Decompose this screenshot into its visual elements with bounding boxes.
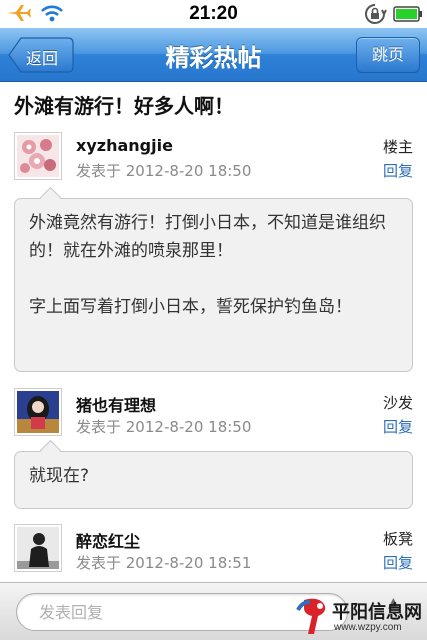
post-content: 外滩竟然有游行！打倒小日本，不知道是谁组织的！就在外滩的喷泉那里！ 字上面写着打… xyxy=(14,198,413,372)
post-paragraph: 字上面写着打倒小日本，誓死保护钓鱼岛！ xyxy=(29,297,352,317)
post-time: 发表于 2012-8-20 18:51 xyxy=(76,554,252,572)
post-time: 发表于 2012-8-20 18:50 xyxy=(76,418,252,436)
battery-icon xyxy=(393,6,423,26)
post-username[interactable]: 猪也有理想 xyxy=(76,392,156,416)
avatar[interactable] xyxy=(14,388,62,436)
thread-title: 外滩有游行！好多人啊！ xyxy=(14,94,234,118)
post-floor-label: 板凳 xyxy=(382,530,413,548)
post-paragraph: 外滩竟然有游行！打倒小日本，不知道是谁组织的！就在外滩的喷泉那里！ xyxy=(29,213,386,261)
rotation-lock-icon xyxy=(363,3,387,29)
post-time: 发表于 2012-8-20 18:50 xyxy=(76,162,252,180)
site-name: 平阳信息网 xyxy=(332,602,422,623)
avatar[interactable] xyxy=(14,132,62,180)
navigation-bar: 返回 精彩热帖 跳页 xyxy=(0,28,427,82)
status-bar: 21:20 xyxy=(0,0,427,28)
post-floor-label: 沙发 xyxy=(382,394,413,412)
post-floor-label: 楼主 xyxy=(382,138,413,156)
site-url: www.wzpy.com xyxy=(334,622,402,633)
post-username[interactable]: xyzhangjie xyxy=(76,136,173,155)
site-watermark: 平阳信息网 www.wzpy.com xyxy=(296,596,427,640)
site-logo-icon xyxy=(296,596,332,640)
post-content: 就现在? xyxy=(14,451,413,509)
reply-link[interactable]: 回复 xyxy=(383,416,413,437)
reply-link[interactable]: 回复 xyxy=(383,160,413,181)
avatar[interactable] xyxy=(14,524,62,572)
jump-page-button[interactable]: 跳页 xyxy=(356,37,420,73)
reply-link[interactable]: 回复 xyxy=(383,552,413,573)
post-username[interactable]: 醉恋红尘 xyxy=(76,528,140,552)
post-paragraph: 就现在? xyxy=(29,466,90,486)
